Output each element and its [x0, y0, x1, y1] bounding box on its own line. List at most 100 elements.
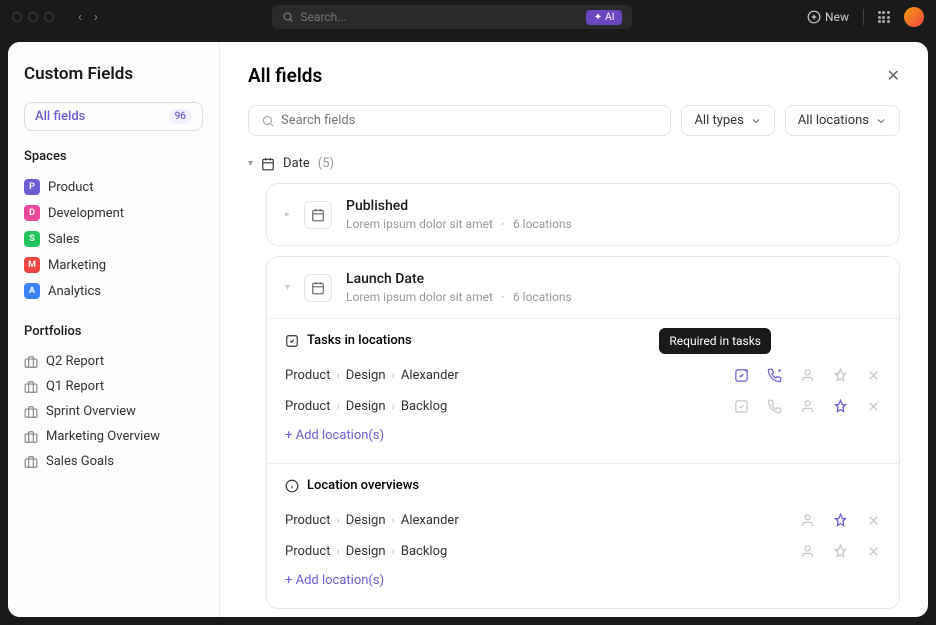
- all-fields-pill[interactable]: All fields 96: [24, 102, 203, 131]
- search-icon: [282, 11, 294, 23]
- info-icon: [285, 479, 299, 493]
- briefcase-icon: [24, 355, 38, 369]
- breadcrumb[interactable]: Product› Design› Backlog: [285, 399, 447, 414]
- pin-icon[interactable]: [833, 399, 848, 414]
- calendar-icon: [304, 201, 332, 229]
- types-filter[interactable]: All types: [681, 105, 774, 136]
- breadcrumb[interactable]: Product› Design› Alexander: [285, 368, 459, 383]
- locations-filter[interactable]: All locations: [785, 105, 900, 136]
- field-title: Published: [346, 198, 881, 214]
- avatar[interactable]: [904, 7, 924, 27]
- sidebar-item-space[interactable]: SSales: [24, 226, 203, 252]
- titlebar: ‹ › ✦ AI New: [0, 0, 936, 34]
- user-icon[interactable]: [800, 368, 815, 383]
- briefcase-icon: [24, 380, 38, 394]
- field-info: Launch Date Lorem ipsum dolor sit amet•6…: [346, 271, 881, 304]
- breadcrumb[interactable]: Product› Design› Backlog: [285, 544, 447, 559]
- path-row: Product› Design› Alexander: [285, 505, 881, 536]
- nav-arrows: ‹ ›: [78, 10, 98, 25]
- sidebar-item-portfolio[interactable]: Sprint Overview: [24, 399, 203, 424]
- path-row: Product› Design› Backlog: [285, 536, 881, 567]
- sidebar: Custom Fields All fields 96 Spaces PProd…: [8, 42, 220, 617]
- global-search[interactable]: ✦ AI: [272, 5, 632, 29]
- phone-icon[interactable]: [767, 399, 782, 414]
- pin-icon[interactable]: [833, 368, 848, 383]
- check-icon: [285, 334, 299, 348]
- add-location-link[interactable]: + Add location(s): [285, 422, 384, 449]
- titlebar-right: New: [807, 7, 924, 27]
- tasks-header: Tasks in locations: [285, 333, 881, 348]
- path-row: Product› Design› Backlog: [285, 391, 881, 422]
- close-button[interactable]: ✕: [887, 66, 900, 85]
- sidebar-item-portfolio[interactable]: Sales Goals: [24, 449, 203, 474]
- user-icon[interactable]: [800, 544, 815, 559]
- sidebar-item-portfolio[interactable]: Q1 Report: [24, 374, 203, 399]
- portfolio-label: Sales Goals: [46, 454, 114, 469]
- close-icon[interactable]: [866, 368, 881, 383]
- calendar-icon: [304, 274, 332, 302]
- user-icon[interactable]: [800, 513, 815, 528]
- filter-row: All types All locations: [248, 105, 900, 136]
- sidebar-item-space[interactable]: PProduct: [24, 174, 203, 200]
- fields-search[interactable]: [248, 105, 671, 136]
- field-title: Launch Date: [346, 271, 881, 287]
- plus-circle-icon: [807, 10, 821, 24]
- chevron-down-icon: [875, 115, 887, 127]
- briefcase-icon: [24, 405, 38, 419]
- space-label: Product: [48, 180, 93, 195]
- row-actions: [800, 544, 881, 559]
- close-dot[interactable]: [12, 12, 22, 22]
- window-controls: [12, 12, 54, 22]
- user-icon[interactable]: [800, 399, 815, 414]
- sidebar-item-space[interactable]: MMarketing: [24, 252, 203, 278]
- field-row[interactable]: ▾ Launch Date Lorem ipsum dolor sit amet…: [267, 257, 899, 318]
- close-icon[interactable]: [866, 513, 881, 528]
- back-button[interactable]: ‹: [78, 10, 82, 25]
- sidebar-item-space[interactable]: DDevelopment: [24, 200, 203, 226]
- briefcase-icon: [24, 455, 38, 469]
- calendar-icon: [261, 157, 275, 171]
- caret-down-icon: ▾: [285, 282, 290, 293]
- minimize-dot[interactable]: [28, 12, 38, 22]
- phone-icon[interactable]: [767, 368, 782, 383]
- group-header[interactable]: ▾ Date (5): [248, 156, 900, 171]
- sidebar-item-portfolio[interactable]: Q2 Report: [24, 349, 203, 374]
- page-title: All fields: [248, 64, 322, 87]
- field-row[interactable]: ▸ Published Lorem ipsum dolor sit amet•6…: [267, 184, 899, 245]
- divider: [863, 9, 864, 25]
- briefcase-icon: [24, 430, 38, 444]
- ai-button[interactable]: ✦ AI: [586, 10, 623, 25]
- portfolio-label: Q2 Report: [46, 354, 104, 369]
- add-location-link[interactable]: + Add location(s): [285, 567, 384, 594]
- all-fields-label: All fields: [35, 109, 85, 124]
- tooltip: Required in tasks: [659, 328, 771, 354]
- fields-search-input[interactable]: [281, 113, 658, 128]
- spaces-list: PProductDDevelopmentSSalesMMarketingAAna…: [24, 174, 203, 304]
- close-icon[interactable]: [866, 544, 881, 559]
- tasks-section: Tasks in locations Required in tasks Pro…: [267, 318, 899, 463]
- checkbox-icon[interactable]: [734, 368, 749, 383]
- field-meta: Lorem ipsum dolor sit amet•6 locations: [346, 290, 881, 304]
- close-icon[interactable]: [866, 399, 881, 414]
- new-button[interactable]: New: [807, 10, 849, 24]
- app-body: Custom Fields All fields 96 Spaces PProd…: [8, 42, 928, 617]
- pin-icon[interactable]: [833, 513, 848, 528]
- locations-section: Location overviews Product› Design› Alex…: [267, 463, 899, 608]
- sidebar-item-space[interactable]: AAnalytics: [24, 278, 203, 304]
- pin-icon[interactable]: [833, 544, 848, 559]
- space-label: Development: [48, 206, 124, 221]
- portfolio-label: Q1 Report: [46, 379, 104, 394]
- checkbox-icon[interactable]: [734, 399, 749, 414]
- field-meta: Lorem ipsum dolor sit amet•6 locations: [346, 217, 881, 231]
- breadcrumb[interactable]: Product› Design› Alexander: [285, 513, 459, 528]
- maximize-dot[interactable]: [44, 12, 54, 22]
- apps-icon[interactable]: [878, 11, 890, 23]
- forward-button[interactable]: ›: [94, 10, 98, 25]
- search-input[interactable]: [300, 10, 579, 24]
- caret-right-icon: ▸: [285, 209, 290, 220]
- row-actions: [800, 513, 881, 528]
- space-icon: M: [24, 257, 40, 273]
- sidebar-item-portfolio[interactable]: Marketing Overview: [24, 424, 203, 449]
- portfolio-label: Marketing Overview: [46, 429, 160, 444]
- main-header: All fields ✕: [248, 64, 900, 87]
